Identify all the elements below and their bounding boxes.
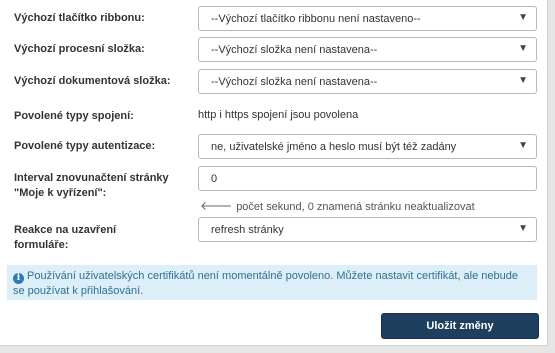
caret-down-icon: ▼ xyxy=(518,140,528,151)
form-close-label: Reakce na uzavření formuláře: xyxy=(14,223,116,253)
caret-down-icon: ▼ xyxy=(518,12,528,23)
document-folder-select[interactable]: --Výchozí složka není nastavena-- ▼ xyxy=(198,69,537,94)
auth-types-select-value: ne, uživatelské jméno a heslo musí být t… xyxy=(211,141,457,153)
caret-down-icon: ▼ xyxy=(518,43,528,54)
caret-down-icon: ▼ xyxy=(518,223,528,234)
refresh-interval-hint-text: počet sekund, 0 znamená stránku neaktual… xyxy=(236,201,475,213)
refresh-interval-input-value: 0 xyxy=(211,173,218,185)
form-close-select[interactable]: refresh stránky ▼ xyxy=(198,217,537,242)
page-background-bottom xyxy=(0,346,555,353)
info-circle-icon: i xyxy=(13,273,24,284)
document-folder-label: Výchozí dokumentová složka: xyxy=(14,75,171,87)
process-folder-select[interactable]: --Výchozí složka není nastavena-- ▼ xyxy=(198,37,537,62)
ribbon-button-select[interactable]: --Výchozí tlačítko ribbonu není nastaven… xyxy=(198,6,537,31)
process-folder-label: Výchozí procesní složka: xyxy=(14,43,145,55)
arrow-left-icon: 🡐 xyxy=(200,199,233,213)
form-close-label-line1: Reakce na uzavření xyxy=(14,224,117,236)
form-close-label-line2: formuláře: xyxy=(14,239,69,251)
refresh-interval-label-line2: "Moje k vyřízení": xyxy=(14,187,107,199)
refresh-interval-label: Interval znovunačtení stránky "Moje k vy… xyxy=(14,171,169,201)
ribbon-button-label: Výchozí tlačítko ribbonu: xyxy=(14,12,145,24)
connection-types-label: Povolené typy spojení: xyxy=(14,110,134,122)
form-close-select-value: refresh stránky xyxy=(211,224,284,236)
refresh-interval-label-line1: Interval znovunačtení stránky xyxy=(14,172,169,184)
page-background-edge xyxy=(548,0,555,353)
refresh-interval-hint: 🡐 počet sekund, 0 znamená stránku neaktua… xyxy=(200,198,475,213)
auth-types-select[interactable]: ne, uživatelské jméno a heslo musí být t… xyxy=(198,134,537,159)
process-folder-select-value: --Výchozí složka není nastavena-- xyxy=(211,44,378,56)
certificate-info-text: Používání uživatelských certifikátů není… xyxy=(13,270,518,297)
caret-down-icon: ▼ xyxy=(518,75,528,86)
ribbon-button-select-value: --Výchozí tlačítko ribbonu není nastaven… xyxy=(211,13,421,25)
save-button[interactable]: Uložit změny xyxy=(381,313,539,339)
auth-types-label: Povolené typy autentizace: xyxy=(14,140,156,152)
connection-types-value: http i https spojení jsou povolena xyxy=(198,109,359,121)
certificate-info-box: i Používání uživatelských certifikátů nen… xyxy=(7,265,537,300)
document-folder-select-value: --Výchozí složka není nastavena-- xyxy=(211,76,378,88)
refresh-interval-input[interactable]: 0 xyxy=(198,166,537,191)
